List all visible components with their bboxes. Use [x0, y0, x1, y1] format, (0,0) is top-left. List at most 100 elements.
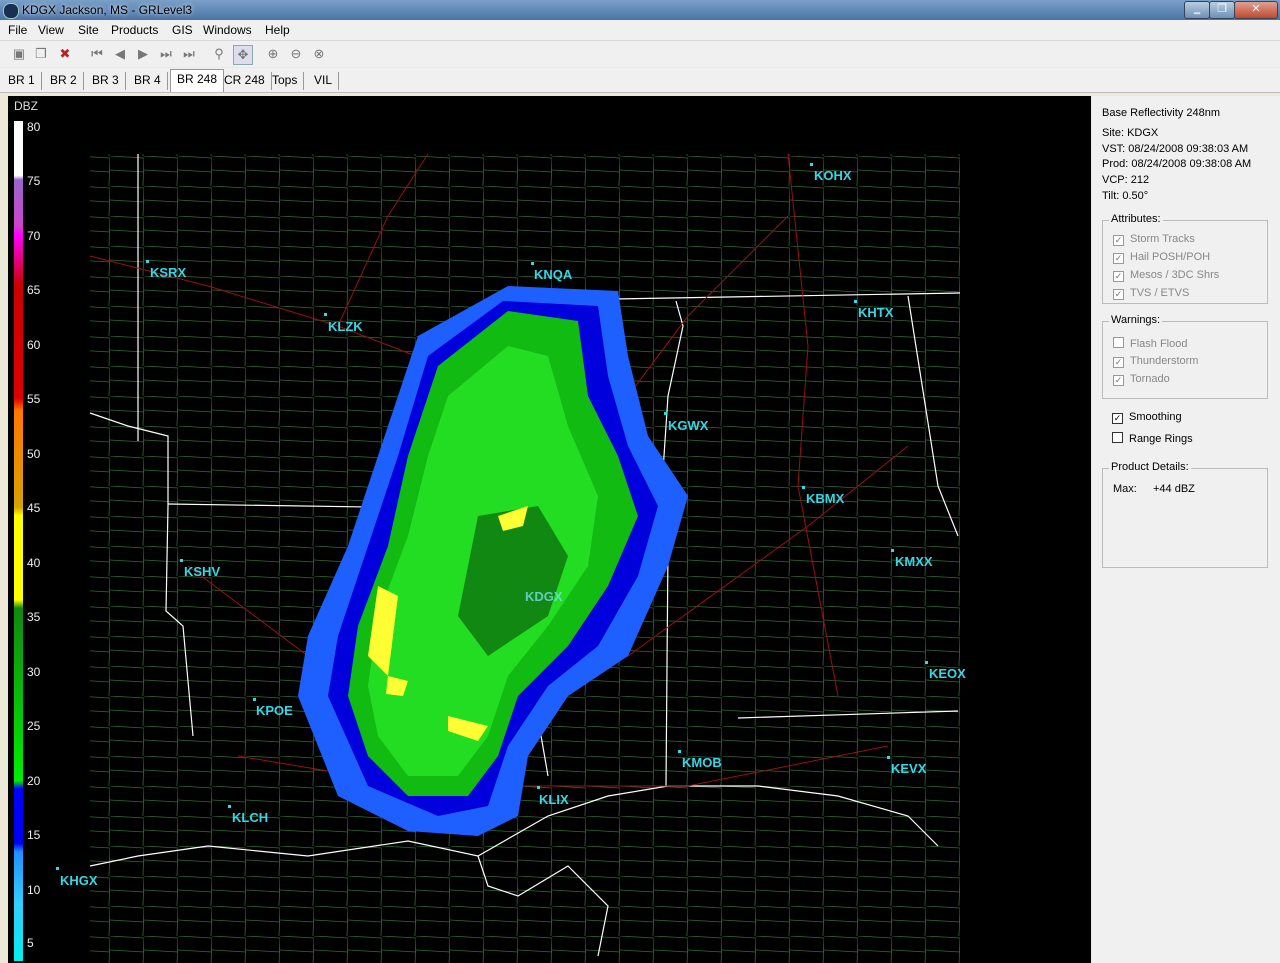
play-icon[interactable]: ▶ [134, 45, 152, 63]
station-klzk[interactable]: KLZK [328, 319, 363, 334]
delete-icon[interactable]: ✖ [56, 45, 74, 63]
station-marker [925, 661, 928, 664]
scale-label: 20 [27, 774, 41, 788]
zoom-reset-icon[interactable]: ⊗ [310, 45, 328, 63]
checkbox-icon: ✓ [1113, 253, 1124, 264]
station-marker [678, 750, 681, 753]
station-ksrx[interactable]: KSRX [150, 265, 186, 280]
warnings-group: Warnings: Flash Flood ✓ Thunderstorm ✓ Tor… [1102, 314, 1268, 399]
scale-label: 35 [27, 610, 41, 624]
details-title: Product Details: [1109, 461, 1191, 473]
station-marker [228, 805, 231, 808]
zoom-icon[interactable]: ⚲ [210, 45, 228, 63]
smoothing-checkbox[interactable]: ✓ Smoothing [1112, 411, 1182, 424]
tvs-checkbox[interactable]: ✓ TVS / ETVS [1113, 287, 1189, 300]
tab-br2[interactable]: BR 2 [44, 72, 84, 90]
station-knqa[interactable]: KNQA [534, 267, 572, 282]
menu-products[interactable]: Products [111, 23, 158, 37]
station-khgx[interactable]: KHGX [60, 873, 98, 888]
zoom-out-icon[interactable]: ⊖ [287, 45, 305, 63]
first-frame-icon[interactable]: ⏮ [88, 45, 106, 63]
tab-br4[interactable]: BR 4 [128, 72, 168, 90]
menu-view[interactable]: View [38, 23, 64, 37]
tab-br1[interactable]: BR 1 [2, 72, 42, 90]
zoom-in-icon[interactable]: ⊕ [264, 45, 282, 63]
station-marker [253, 698, 256, 701]
scale-label: 80 [27, 120, 41, 134]
scale-label: 65 [27, 283, 41, 297]
scale-title: DBZ [14, 99, 38, 113]
station-kohx[interactable]: KOHX [814, 168, 852, 183]
checkbox-icon: ✓ [1113, 235, 1124, 246]
menu-site[interactable]: Site [78, 23, 99, 37]
station-marker [537, 786, 540, 789]
menu-windows[interactable]: Windows [203, 23, 252, 37]
flash-flood-checkbox[interactable]: Flash Flood [1113, 337, 1187, 350]
checkbox-icon: ✓ [1113, 289, 1124, 300]
scale-label: 10 [27, 883, 41, 897]
copy-icon[interactable]: ❐ [32, 45, 50, 63]
window-title: KDGX Jackson, MS - GRLevel3 [22, 3, 193, 17]
tab-cr248[interactable]: CR 248 [218, 72, 272, 90]
range-rings-checkbox[interactable]: Range Rings [1112, 432, 1193, 445]
tab-vil[interactable]: VIL [308, 72, 340, 90]
radar-map[interactable]: DBZ 80 75 70 65 60 55 50 45 40 35 30 25 … [8, 96, 1091, 963]
checkbox-icon: ✓ [1113, 375, 1124, 386]
checkbox-icon [1113, 337, 1124, 348]
scale-label: 15 [27, 828, 41, 842]
station-marker [180, 559, 183, 562]
station-marker [531, 262, 534, 265]
maximize-button[interactable]: ❐ [1209, 1, 1235, 19]
product-details-group: Product Details: Max: +44 dBZ [1102, 461, 1268, 568]
radar-map-canvas [14, 121, 961, 963]
prev-frame-icon[interactable]: ◀ [111, 45, 129, 63]
checkbox-icon [1112, 432, 1123, 443]
station-kgwx[interactable]: KGWX [668, 418, 708, 433]
hail-checkbox[interactable]: ✓ Hail POSH/POH [1113, 251, 1210, 264]
last-frame-icon[interactable]: ⏭ [180, 45, 198, 63]
menu-help[interactable]: Help [265, 23, 290, 37]
vcp-info: VCP: 212 [1102, 174, 1150, 186]
station-marker [324, 313, 327, 316]
station-kevx[interactable]: KEVX [891, 761, 926, 776]
dbz-color-scale [14, 121, 23, 961]
warnings-title: Warnings: [1109, 314, 1163, 326]
scale-label: 45 [27, 501, 41, 515]
close-button[interactable]: ✕ [1234, 1, 1278, 19]
tab-br248[interactable]: BR 248 [170, 69, 225, 92]
station-kmob[interactable]: KMOB [682, 755, 722, 770]
attributes-title: Attributes: [1109, 213, 1163, 225]
station-kmxx[interactable]: KMXX [895, 554, 933, 569]
checkbox-icon: ✓ [1112, 413, 1123, 424]
station-marker [56, 867, 59, 870]
station-kdgx[interactable]: KDGX [525, 589, 563, 604]
station-klch[interactable]: KLCH [232, 810, 268, 825]
storm-tracks-checkbox[interactable]: ✓ Storm Tracks [1113, 233, 1195, 246]
product-tabs: BR 1 BR 2 BR 3 BR 4 BR 248 CR 248 Tops V… [0, 68, 1280, 93]
station-kbmx[interactable]: KBMX [806, 491, 844, 506]
menu-gis[interactable]: GIS [172, 23, 193, 37]
station-kshv[interactable]: KSHV [184, 564, 220, 579]
station-klix[interactable]: KLIX [539, 792, 569, 807]
next-frame-icon[interactable]: ⏭ [157, 45, 175, 63]
checkbox-icon: ✓ [1113, 271, 1124, 282]
mesos-checkbox[interactable]: ✓ Mesos / 3DC Shrs [1113, 269, 1219, 282]
thunderstorm-checkbox[interactable]: ✓ Thunderstorm [1113, 355, 1198, 368]
station-marker [810, 163, 813, 166]
tornado-checkbox[interactable]: ✓ Tornado [1113, 373, 1170, 386]
station-kpoe[interactable]: KPOE [256, 703, 293, 718]
station-khtx[interactable]: KHTX [858, 305, 893, 320]
vst-info: VST: 08/24/2008 09:38:03 AM [1102, 143, 1249, 155]
station-keox[interactable]: KEOX [929, 666, 966, 681]
station-marker [891, 549, 894, 552]
tab-br3[interactable]: BR 3 [86, 72, 126, 90]
max-label: Max: [1113, 483, 1137, 495]
checkbox-icon: ✓ [1113, 357, 1124, 368]
scale-label: 40 [27, 556, 41, 570]
menu-file[interactable]: File [8, 23, 27, 37]
tab-tops[interactable]: Tops [266, 72, 305, 90]
pan-icon[interactable]: ✥ [233, 45, 253, 65]
tilt-info: Tilt: 0.50° [1102, 190, 1149, 202]
minimize-button[interactable]: ‗ [1184, 1, 1210, 19]
open-icon[interactable]: ▣ [10, 45, 28, 63]
